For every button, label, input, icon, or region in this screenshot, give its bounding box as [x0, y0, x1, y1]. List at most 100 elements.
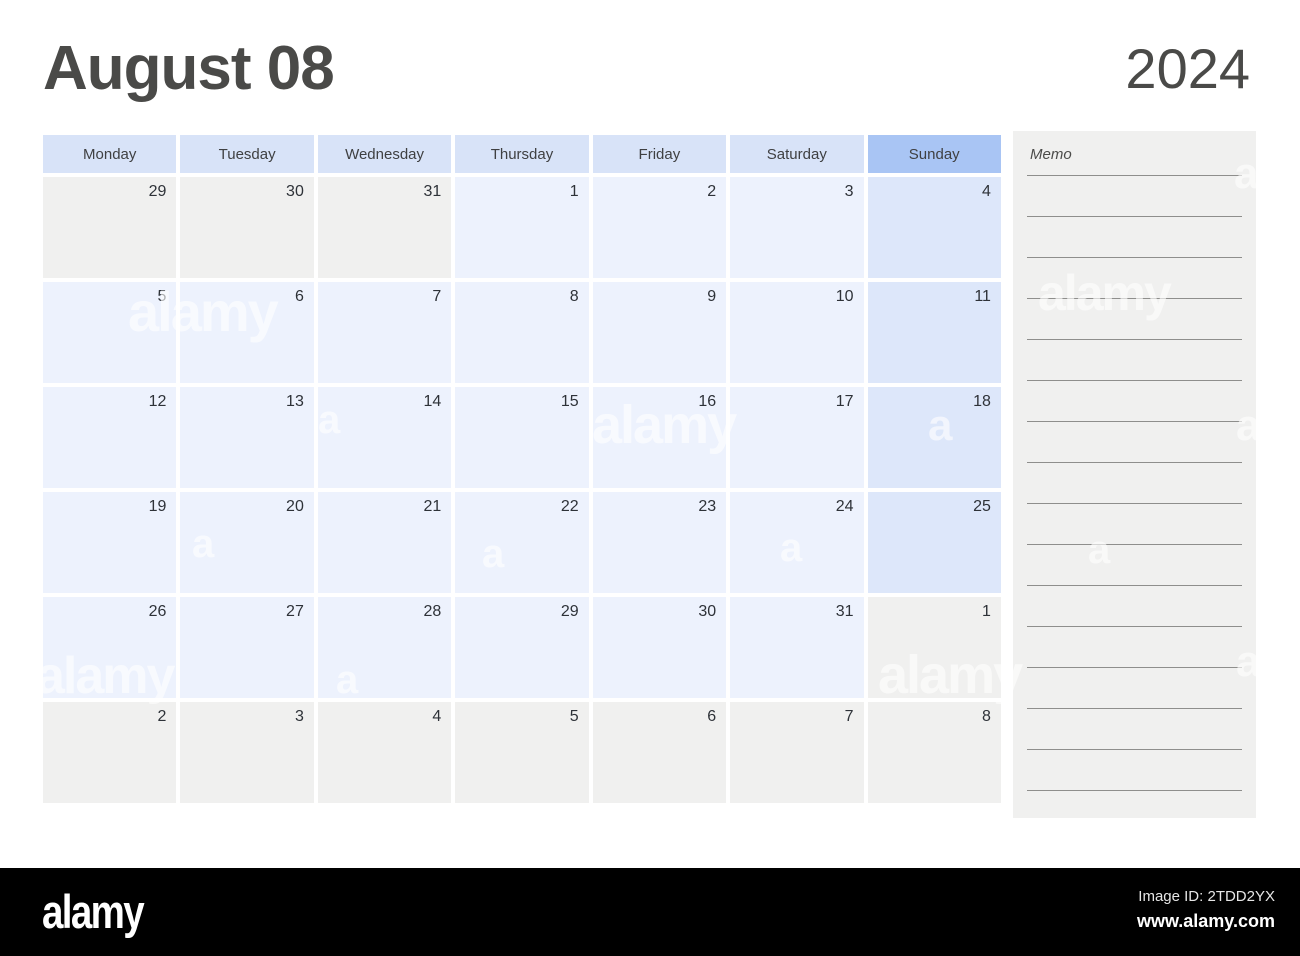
day-number: 5 [157, 288, 167, 305]
calendar-day-cell[interactable]: 1 [867, 597, 1001, 698]
calendar-grid: Monday Tuesday Wednesday Thursday Friday Satu… [43, 135, 1001, 807]
day-number: 24 [835, 498, 854, 515]
calendar-day-cell[interactable]: 2 [592, 177, 727, 278]
memo-line[interactable] [1027, 626, 1242, 627]
day-number: 6 [294, 288, 304, 305]
calendar-day-cell[interactable]: 8 [867, 702, 1001, 803]
calendar-day-cell[interactable]: 7 [730, 702, 864, 803]
memo-line[interactable] [1027, 503, 1242, 504]
page-header: August 08 2024 [0, 0, 1300, 128]
calendar-day-cell[interactable]: 29 [43, 177, 177, 278]
day-number: 17 [835, 393, 854, 410]
calendar-day-cell[interactable]: 17 [730, 387, 864, 488]
calendar-day-cell[interactable]: 27 [180, 597, 314, 698]
calendar-day-cell[interactable]: 7 [317, 282, 452, 383]
calendar-day-cell[interactable]: 2 [43, 702, 177, 803]
calendar-day-cell[interactable]: 14 [317, 387, 452, 488]
memo-line[interactable] [1027, 667, 1242, 668]
day-box [867, 597, 1001, 698]
day-number: 7 [844, 708, 854, 725]
calendar-day-cell[interactable]: 5 [43, 282, 177, 383]
calendar-week-row: 29 30 31 1 2 3 4 [43, 177, 1001, 278]
day-box [455, 282, 589, 383]
calendar-day-cell[interactable]: 21 [317, 492, 452, 593]
day-number: 6 [707, 708, 717, 725]
day-number: 19 [148, 498, 167, 515]
day-number: 21 [423, 498, 442, 515]
calendar-day-cell[interactable]: 8 [455, 282, 589, 383]
calendar-day-cell[interactable]: 20 [180, 492, 314, 593]
memo-line[interactable] [1027, 257, 1242, 258]
calendar-day-cell[interactable]: 5 [455, 702, 589, 803]
page-title: August 08 [43, 34, 335, 103]
calendar-day-cell[interactable]: 28 [317, 597, 452, 698]
day-number: 1 [569, 183, 579, 200]
day-number: 4 [982, 183, 991, 200]
calendar-day-cell[interactable]: 31 [317, 177, 452, 278]
day-box [592, 177, 727, 278]
calendar-day-cell[interactable]: 26 [43, 597, 177, 698]
calendar-day-cell[interactable]: 9 [592, 282, 727, 383]
calendar-day-cell[interactable]: 30 [592, 597, 727, 698]
memo-line[interactable] [1027, 298, 1242, 299]
day-number: 22 [560, 498, 579, 515]
calendar-day-cell[interactable]: 18 [867, 387, 1001, 488]
calendar-day-cell[interactable]: 24 [730, 492, 864, 593]
calendar-week-row: 2 3 4 5 6 7 8 [43, 702, 1001, 803]
calendar-day-cell[interactable]: 13 [180, 387, 314, 488]
day-box [317, 702, 452, 803]
calendar-day-cell[interactable]: 11 [867, 282, 1001, 383]
day-box [43, 282, 177, 383]
weekday-header-cell: Saturday [730, 135, 864, 173]
calendar-week-row: 12 13 14 15 16 17 18 [43, 387, 1001, 488]
calendar-day-cell[interactable]: 25 [867, 492, 1001, 593]
day-box [43, 702, 177, 803]
memo-line[interactable] [1027, 708, 1242, 709]
memo-line[interactable] [1027, 790, 1242, 791]
calendar-day-cell[interactable]: 3 [730, 177, 864, 278]
memo-lines [1027, 175, 1242, 831]
day-number: 31 [423, 183, 442, 200]
calendar-day-cell[interactable]: 6 [592, 702, 727, 803]
calendar-day-cell[interactable]: 31 [730, 597, 864, 698]
memo-line[interactable] [1027, 749, 1242, 750]
day-number: 9 [707, 288, 717, 305]
memo-line[interactable] [1027, 462, 1242, 463]
calendar-day-cell[interactable]: 3 [180, 702, 314, 803]
day-number: 27 [286, 603, 304, 620]
memo-line[interactable] [1027, 421, 1242, 422]
calendar-day-cell[interactable]: 23 [592, 492, 727, 593]
calendar-day-cell[interactable]: 15 [455, 387, 589, 488]
memo-line[interactable] [1027, 216, 1242, 217]
memo-panel[interactable]: Memo [1013, 131, 1256, 818]
memo-line[interactable] [1027, 544, 1242, 545]
weekday-header-monday: Monday [43, 135, 177, 173]
day-box [592, 702, 727, 803]
day-number: 30 [698, 603, 717, 620]
calendar-day-cell[interactable]: 29 [455, 597, 589, 698]
calendar-day-cell[interactable]: 30 [180, 177, 314, 278]
day-number: 26 [148, 603, 167, 620]
calendar-day-cell[interactable]: 22 [455, 492, 589, 593]
memo-line[interactable] [1027, 175, 1242, 176]
calendar-day-cell[interactable]: 4 [867, 177, 1001, 278]
calendar-day-cell[interactable]: 10 [730, 282, 864, 383]
day-number: 2 [707, 183, 717, 200]
day-number: 13 [286, 393, 304, 410]
day-box [867, 702, 1001, 803]
day-number: 29 [560, 603, 579, 620]
weekday-header-friday: Friday [592, 135, 727, 173]
website-url: www.alamy.com [1136, 910, 1275, 931]
calendar-day-cell[interactable]: 4 [317, 702, 452, 803]
calendar-day-cell[interactable]: 19 [43, 492, 177, 593]
memo-line[interactable] [1027, 339, 1242, 340]
day-number: 5 [569, 708, 579, 725]
calendar-week-row: 19 20 21 22 23 24 25 [43, 492, 1001, 593]
memo-line[interactable] [1027, 585, 1242, 586]
day-number: 8 [982, 708, 991, 725]
memo-line[interactable] [1027, 380, 1242, 381]
calendar-day-cell[interactable]: 1 [455, 177, 589, 278]
calendar-day-cell[interactable]: 12 [43, 387, 177, 488]
calendar-day-cell[interactable]: 6 [180, 282, 314, 383]
calendar-day-cell[interactable]: 16 [592, 387, 727, 488]
